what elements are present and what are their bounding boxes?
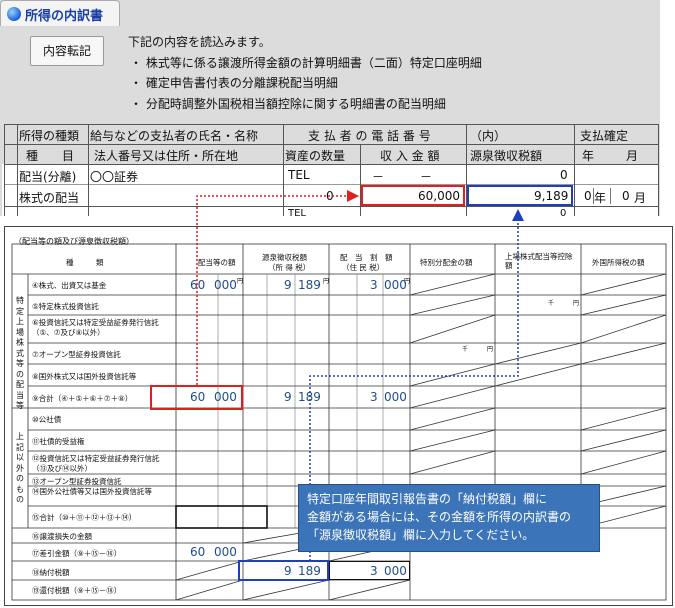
side-label-other: 上記以外のもの — [16, 432, 24, 504]
callout-line: 特定口座年間取引報告書の「納付税額」欄に — [307, 492, 548, 506]
row17-dividend-thousands: 60 — [190, 545, 206, 559]
row9-dividend-thousands: 60 — [190, 390, 206, 404]
item-label: ⑫投資信託又は特定受益証券発行信託（⑬及び⑭以外） — [32, 454, 160, 473]
item-label: ⑲還付税額（⑨＋⑮－⑱） — [32, 586, 122, 595]
row17-dividend-units: 000 — [214, 545, 237, 559]
col-dividend: 配当等の額 — [198, 258, 236, 267]
item-label: ⑪社債的受益権 — [32, 437, 85, 446]
item-label: ⑭国外公社債等又は国外投資信託等 — [32, 487, 152, 496]
unit-yen: 円 — [323, 278, 330, 285]
unit-thousand: 千 — [462, 346, 469, 353]
row4-dividend-thousands: 60 — [190, 278, 206, 292]
item-label: ⑨合計（④＋⑤＋⑥＋⑦＋⑧） — [32, 394, 133, 403]
instruction-callout: 特定口座年間取引報告書の「納付税額」欄に 金額がある場合には、その金額を所得の内… — [298, 484, 600, 552]
row18-local-thousands: 3 — [370, 564, 378, 578]
col-listed: 上場株式配当等控除額 — [505, 252, 573, 270]
item-label: ⑯譲渡損失の金額 — [32, 532, 92, 541]
row4-local-thousands: 3 — [370, 278, 378, 292]
col-special: 特別分配金の額 — [420, 258, 473, 267]
row4-withholding-units: 189 — [298, 278, 321, 292]
row9-withholding-units: 189 — [298, 390, 321, 404]
callout-line: 金額がある場合には、その金額を所得の内訳書の — [307, 510, 572, 524]
row18-withholding-thousands: 9 — [284, 564, 292, 578]
item-label: ⑰差引金額（⑨＋⑮－⑯） — [32, 549, 122, 558]
unit-thousand: 千 — [548, 300, 555, 307]
row9-withholding-thousands: 9 — [284, 390, 292, 404]
row9-local-thousands: 3 — [370, 390, 378, 404]
col-local-sub: （住 民 税） — [342, 263, 385, 272]
row18-withholding-units: 189 — [298, 564, 321, 578]
item-label: ⑥投資信託又は特定受益証券発行信託（⑤、⑦及び⑧以外） — [32, 318, 159, 337]
unit-yen: 円 — [487, 346, 494, 353]
item-label: ⑩公社債 — [32, 415, 62, 424]
callout-line: 「源泉徴収税額」欄に入力してください。 — [307, 528, 535, 542]
item-label: ④株式、出資又は基金 — [32, 281, 107, 290]
row4-dividend-units: 000 — [214, 278, 237, 292]
item-label: ⑬オープン型証券投資信託 — [32, 477, 122, 486]
side-label-listed: 特定上場株式等の配当等 — [16, 296, 24, 410]
item-label: ⑤特定株式投資信託 — [32, 302, 99, 311]
col-foreign: 外国所得税の額 — [592, 258, 645, 267]
item-label: ⑮合計（⑩＋⑪＋⑫＋⑬＋⑭） — [32, 513, 137, 522]
col-kind: 種 類 — [66, 258, 104, 267]
row9-local-units: 000 — [384, 390, 407, 404]
row4-withholding-thousands: 9 — [284, 278, 292, 292]
item-label: ⑧国外株式又は国外投資信託等 — [32, 372, 137, 381]
col-withholding-sub: （所 得 税） — [268, 263, 311, 272]
unit-yen: 円 — [237, 278, 244, 285]
row4-local-units: 000 — [384, 278, 407, 292]
item-label: ⑦オープン型証券投資信託 — [32, 350, 121, 359]
row9-dividend-units: 000 — [214, 390, 237, 404]
item-label: ⑱納付税額 — [32, 568, 70, 577]
unit-yen: 円 — [573, 300, 580, 307]
row18-local-units: 000 — [384, 564, 407, 578]
